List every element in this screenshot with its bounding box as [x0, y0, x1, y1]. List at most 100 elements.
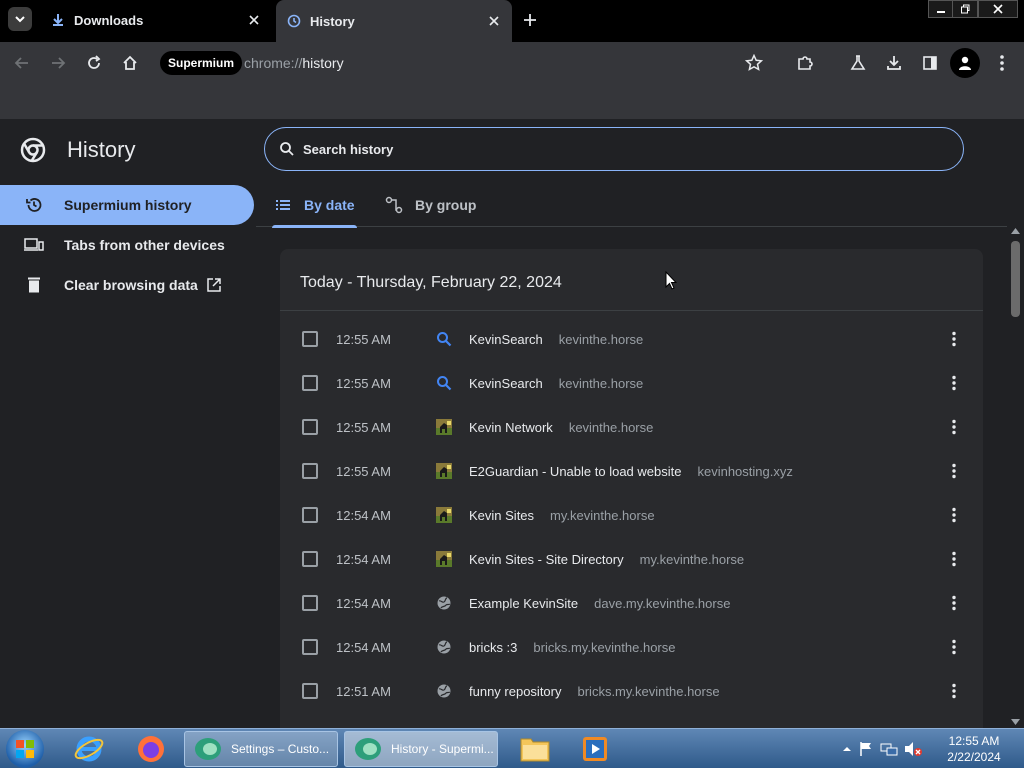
clock-date: 2/22/2024 — [947, 750, 1001, 764]
tab-by-group[interactable]: By group — [385, 183, 476, 227]
row-menu-button[interactable] — [944, 417, 964, 437]
labs-button[interactable] — [846, 51, 870, 75]
view-tabs: By date By group — [256, 183, 1024, 228]
minimize-button[interactable] — [928, 0, 954, 18]
site-chip[interactable]: Supermium — [160, 51, 243, 75]
taskbar-task-history[interactable]: History - Supermi... — [344, 731, 498, 767]
restore-button[interactable] — [952, 0, 978, 18]
volume-muted-icon[interactable] — [904, 741, 922, 757]
row-domain: my.kevinthe.horse — [550, 507, 655, 523]
row-domain: my.kevinthe.horse — [639, 551, 745, 567]
firefox-taskbar-icon[interactable] — [128, 731, 174, 767]
row-link[interactable]: Kevin Sites my.kevinthe.horse — [469, 508, 655, 523]
row-menu-button[interactable] — [944, 505, 964, 525]
reload-button[interactable] — [82, 51, 106, 75]
row-checkbox[interactable] — [302, 331, 318, 347]
row-checkbox[interactable] — [302, 639, 318, 655]
network-icon[interactable] — [880, 741, 898, 757]
taskbar-task-settings[interactable]: Settings – Custo... — [184, 731, 338, 767]
history-row[interactable]: 12:55 AM KevinSearch kevinthe.horse — [280, 361, 983, 405]
download-icon — [50, 12, 66, 28]
history-row[interactable]: 12:54 AM Kevin Sites - Site Directory my.k… — [280, 537, 983, 581]
row-link[interactable]: Kevin Sites - Site Directory my.kevinthe.… — [469, 552, 744, 567]
system-clock[interactable]: 12:55 AM 2/22/2024 — [940, 733, 1008, 765]
url-text[interactable]: chrome://history — [244, 55, 344, 71]
scroll-down-icon[interactable] — [1011, 718, 1020, 726]
media-player-taskbar-icon[interactable] — [572, 731, 618, 767]
history-row[interactable]: 12:55 AM E2Guardian - Unable to load webs… — [280, 449, 983, 493]
row-time: 12:51 AM — [336, 683, 391, 699]
row-title: E2Guardian - Unable to load website — [469, 463, 682, 479]
minimize-icon — [937, 11, 945, 13]
scroll-up-icon[interactable] — [1011, 227, 1020, 235]
row-link[interactable]: bricks :3 bricks.my.kevinthe.horse — [469, 640, 676, 655]
page-scrollbar[interactable] — [1007, 225, 1024, 728]
row-checkbox[interactable] — [302, 419, 318, 435]
row-menu-button[interactable] — [944, 681, 964, 701]
start-button[interactable] — [6, 730, 44, 768]
internet-explorer-taskbar-icon[interactable] — [66, 731, 112, 767]
history-row[interactable]: 12:51 AM funny repository bricks.my.kevint… — [280, 669, 983, 713]
action-center-flag-icon[interactable] — [858, 741, 874, 757]
row-link[interactable]: Example KevinSite dave.my.kevinthe.horse — [469, 596, 730, 611]
history-row[interactable]: 12:55 AM KevinSearch kevinthe.horse — [280, 317, 983, 361]
history-row[interactable]: 12:54 AM Kevin Sites my.kevinthe.horse — [280, 493, 983, 537]
kebab-menu-icon — [952, 683, 956, 699]
chevron-down-icon — [15, 16, 25, 23]
row-link[interactable]: KevinSearch kevinthe.horse — [469, 376, 643, 391]
sidebar-item-supermium-history[interactable]: Supermium history — [0, 185, 254, 225]
new-tab-button[interactable] — [520, 10, 540, 30]
menu-button[interactable] — [990, 51, 1014, 75]
search-input[interactable] — [303, 141, 963, 157]
row-checkbox[interactable] — [302, 683, 318, 699]
row-checkbox[interactable] — [302, 595, 318, 611]
back-button[interactable] — [10, 51, 34, 75]
row-time: 12:54 AM — [336, 595, 391, 611]
sidebar-item-clear-browsing-data[interactable]: Clear browsing data — [0, 265, 254, 305]
tab-by-date[interactable]: By date — [272, 183, 357, 228]
home-button[interactable] — [118, 51, 142, 75]
history-row[interactable]: 12:54 AM bricks :3 bricks.my.kevinthe.hors… — [280, 625, 983, 669]
row-title: funny repository — [469, 683, 562, 699]
tab-history[interactable]: History — [276, 0, 512, 42]
close-icon[interactable] — [246, 12, 262, 28]
row-menu-button[interactable] — [944, 593, 964, 613]
row-menu-button[interactable] — [944, 461, 964, 481]
sidebar-item-tabs-other-devices[interactable]: Tabs from other devices — [0, 225, 254, 265]
tab-downloads[interactable]: Downloads — [40, 0, 272, 40]
sidebar-item-label: Tabs from other devices — [64, 237, 225, 253]
row-link[interactable]: KevinSearch kevinthe.horse — [469, 332, 643, 347]
kebab-menu-icon — [952, 331, 956, 347]
search-box[interactable] — [264, 127, 964, 171]
plus-icon — [524, 14, 536, 26]
history-row[interactable]: 12:54 AM Example KevinSite dave.my.kevinth… — [280, 581, 983, 625]
downloads-button[interactable] — [882, 51, 906, 75]
globe-icon — [436, 639, 452, 655]
side-panel-button[interactable] — [918, 51, 942, 75]
profile-button[interactable] — [950, 48, 980, 78]
forward-button[interactable] — [46, 51, 70, 75]
row-checkbox[interactable] — [302, 375, 318, 391]
row-menu-button[interactable] — [944, 329, 964, 349]
close-icon[interactable] — [486, 13, 502, 29]
row-menu-button[interactable] — [944, 549, 964, 569]
row-title: Example KevinSite — [469, 595, 579, 611]
history-card: Today - Thursday, February 22, 2024 12:5… — [280, 249, 983, 728]
history-row[interactable]: 12:55 AM Kevin Network kevinthe.horse — [280, 405, 983, 449]
extensions-button[interactable] — [793, 51, 817, 75]
close-window-button[interactable] — [978, 0, 1018, 18]
show-hidden-icons-icon[interactable] — [842, 744, 852, 754]
row-menu-button[interactable] — [944, 373, 964, 393]
scrollbar-thumb[interactable] — [1011, 241, 1020, 317]
row-checkbox[interactable] — [302, 463, 318, 479]
row-link[interactable]: E2Guardian - Unable to load website kevin… — [469, 464, 793, 479]
tab-search-button[interactable] — [8, 7, 32, 31]
row-menu-button[interactable] — [944, 637, 964, 657]
tab-label: By date — [304, 197, 355, 213]
row-link[interactable]: Kevin Network kevinthe.horse — [469, 420, 653, 435]
file-explorer-taskbar-icon[interactable] — [512, 731, 558, 767]
row-checkbox[interactable] — [302, 507, 318, 523]
sidebar-item-label: Clear browsing data — [64, 277, 198, 293]
row-link[interactable]: funny repository bricks.my.kevinthe.horse — [469, 684, 720, 699]
row-checkbox[interactable] — [302, 551, 318, 567]
